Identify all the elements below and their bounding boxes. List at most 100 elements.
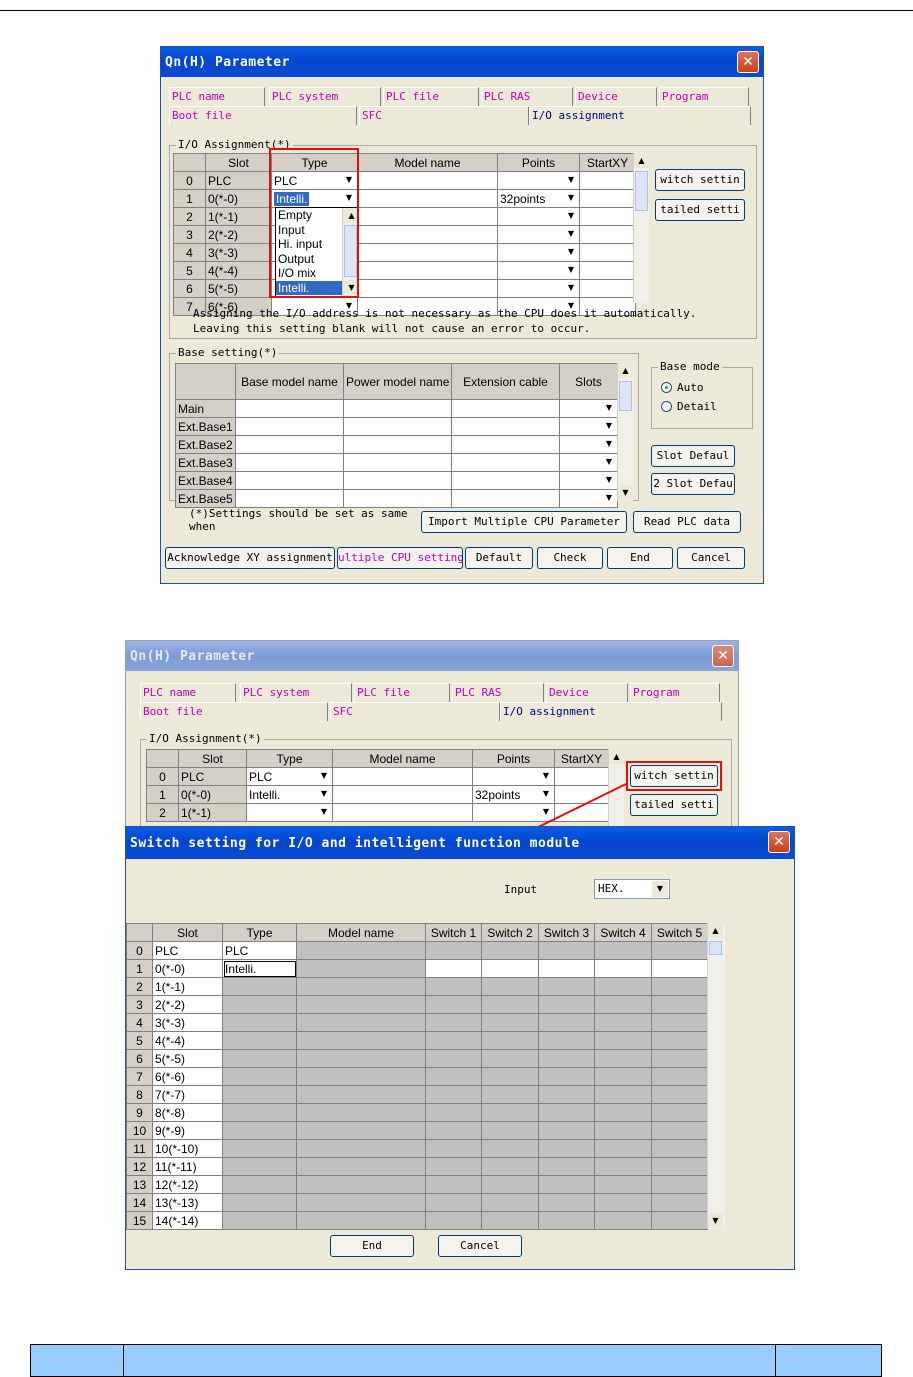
base-cell[interactable]	[235, 453, 344, 472]
model-name-cell[interactable]	[357, 279, 498, 298]
startxy-cell[interactable]	[579, 207, 636, 226]
tab-plc-name[interactable]: PLC name	[169, 87, 265, 106]
base-cell[interactable]	[451, 417, 560, 436]
slots-select[interactable]: ▼	[559, 471, 618, 490]
chevron-down-icon[interactable]: ▼	[564, 209, 578, 223]
tab-sfc[interactable]: SFC	[359, 106, 529, 125]
model-name-cell[interactable]	[357, 225, 498, 244]
dialog-end-button[interactable]: End	[330, 1235, 414, 1257]
detailed-setting-button-2[interactable]: tailed setti	[630, 794, 718, 816]
base-cell[interactable]	[451, 453, 560, 472]
startxy-cell[interactable]	[579, 261, 636, 280]
radio-unchecked-icon[interactable]	[661, 401, 672, 412]
chevron-down-icon[interactable]: ▼	[602, 437, 616, 451]
read-plc-data-button[interactable]: Read PLC data	[633, 511, 741, 533]
base-cell[interactable]	[451, 399, 560, 418]
base-scroll-up-icon[interactable]: ▲	[618, 363, 633, 378]
base-cell[interactable]	[343, 453, 452, 472]
base-cell[interactable]	[235, 399, 344, 418]
chevron-down-icon[interactable]: ▼	[564, 245, 578, 259]
chevron-down-icon[interactable]: ▼	[652, 881, 668, 897]
scroll-thumb[interactable]	[709, 941, 722, 955]
base-cell[interactable]	[235, 417, 344, 436]
switch-cell[interactable]	[538, 959, 595, 978]
input-format-select[interactable]: HEX. ▼	[594, 879, 670, 899]
base-cell[interactable]	[343, 399, 452, 418]
switch-cell[interactable]	[481, 959, 539, 978]
tab-boot-file[interactable]: Boot file	[169, 106, 357, 125]
base-cell[interactable]	[235, 471, 344, 490]
base-scroll-thumb[interactable]	[619, 381, 632, 411]
chevron-down-icon[interactable]: ▼	[602, 473, 616, 487]
slot-default-button[interactable]: Slot Defaul	[651, 445, 735, 467]
chevron-down-icon[interactable]: ▼	[602, 401, 616, 415]
startxy-cell[interactable]	[579, 279, 636, 298]
dialog-cancel-button[interactable]: Cancel	[438, 1235, 522, 1257]
points-select[interactable]: ▼	[497, 207, 580, 226]
model-name-cell[interactable]	[357, 261, 498, 280]
tab-plc-system[interactable]: PLC system	[240, 683, 352, 702]
tab-plc-ras[interactable]: PLC RAS	[452, 683, 544, 702]
chevron-down-icon[interactable]: ▼	[317, 805, 331, 819]
chevron-down-icon[interactable]: ▼	[564, 227, 578, 241]
switch-cell[interactable]	[425, 959, 482, 978]
base-cell[interactable]	[451, 471, 560, 490]
startxy-cell[interactable]	[579, 171, 636, 190]
model-name-cell[interactable]	[357, 171, 498, 190]
type-select[interactable]: Intelli. ▼	[246, 785, 333, 804]
base-cell[interactable]	[343, 489, 452, 508]
base-table-scrollbar[interactable]: ▲ ▼	[617, 363, 633, 501]
tab-device[interactable]: Device	[546, 683, 628, 702]
chevron-down-icon[interactable]: ▼	[602, 419, 616, 433]
base-cell[interactable]	[451, 435, 560, 454]
close-icon[interactable]: ✕	[737, 51, 759, 73]
chevron-down-icon[interactable]: ▼	[602, 491, 616, 505]
switch-table-scrollbar[interactable]: ▲ ▼	[707, 923, 725, 1229]
model-name-cell[interactable]	[357, 189, 498, 208]
close-icon[interactable]: ✕	[768, 831, 790, 853]
slots-select[interactable]: ▼	[559, 399, 618, 418]
chevron-down-icon[interactable]: ▼	[564, 263, 578, 277]
radio-checked-icon[interactable]	[661, 382, 672, 393]
tab-program[interactable]: Program	[630, 683, 720, 702]
switch-cell[interactable]	[651, 959, 708, 978]
radio-detail[interactable]: Detail	[661, 400, 717, 413]
tab-plc-file[interactable]: PLC file	[383, 87, 479, 106]
startxy-cell[interactable]	[579, 189, 636, 208]
points-select[interactable]: ▼	[497, 243, 580, 262]
base-cell[interactable]	[343, 471, 452, 490]
slots-select[interactable]: ▼	[559, 453, 618, 472]
base-cell[interactable]	[235, 489, 344, 508]
tab-io-assignment[interactable]: I/O assignment	[529, 106, 751, 125]
slot-default-2-button[interactable]: 2 Slot Defau	[651, 473, 735, 495]
scroll-up-icon[interactable]: ▲	[708, 923, 723, 938]
tab-plc-ras[interactable]: PLC RAS	[481, 87, 573, 106]
tab-sfc[interactable]: SFC	[330, 702, 500, 721]
end-button[interactable]: End	[607, 547, 673, 569]
chevron-down-icon[interactable]: ▼	[564, 281, 578, 295]
scroll-up-icon[interactable]: ▲	[634, 153, 649, 168]
chevron-down-icon[interactable]: ▼	[317, 769, 331, 783]
switch-cell[interactable]	[594, 959, 652, 978]
slots-select[interactable]: ▼	[559, 435, 618, 454]
chevron-down-icon[interactable]: ▼	[317, 787, 331, 801]
startxy-cell[interactable]	[579, 243, 636, 262]
tab-plc-file[interactable]: PLC file	[354, 683, 450, 702]
base-scroll-down-icon[interactable]: ▼	[618, 485, 633, 500]
io-table-scrollbar[interactable]: ▲	[633, 153, 649, 303]
type-select[interactable]: PLC ▼	[246, 767, 333, 786]
model-name-cell[interactable]	[357, 207, 498, 226]
points-select[interactable]: ▼	[497, 261, 580, 280]
scroll-up-icon[interactable]: ▲	[609, 749, 624, 764]
base-cell[interactable]	[451, 489, 560, 508]
points-select[interactable]: ▼	[497, 225, 580, 244]
acknowledge-xy-button[interactable]: Acknowledge XY assignment	[165, 547, 335, 569]
tab-plc-name[interactable]: PLC name	[140, 683, 236, 702]
multiple-cpu-setting-button[interactable]: ultiple CPU setting	[337, 547, 463, 569]
tab-plc-system[interactable]: PLC system	[269, 87, 381, 106]
import-multiple-cpu-button[interactable]: Import Multiple CPU Parameter	[421, 511, 627, 533]
slots-select[interactable]: ▼	[559, 417, 618, 436]
radio-auto[interactable]: Auto	[661, 381, 704, 394]
tab-program[interactable]: Program	[659, 87, 749, 106]
points-select[interactable]: ▼	[497, 171, 580, 190]
